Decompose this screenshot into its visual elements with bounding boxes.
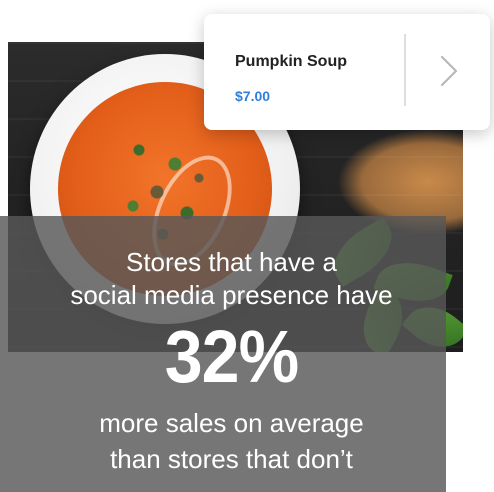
product-price: $7.00 (235, 88, 271, 104)
product-card[interactable]: Pumpkin Soup $7.00 (204, 14, 490, 130)
stat-lead-text: Stores that have a social media presence… (70, 247, 393, 310)
card-divider (404, 34, 406, 106)
stat-tail-text: more sales on average than stores that d… (99, 408, 364, 474)
product-name: Pumpkin Soup (235, 53, 347, 70)
stat-percentage: 32% (164, 315, 299, 398)
chevron-right-icon (440, 55, 458, 87)
next-button[interactable] (424, 44, 474, 98)
